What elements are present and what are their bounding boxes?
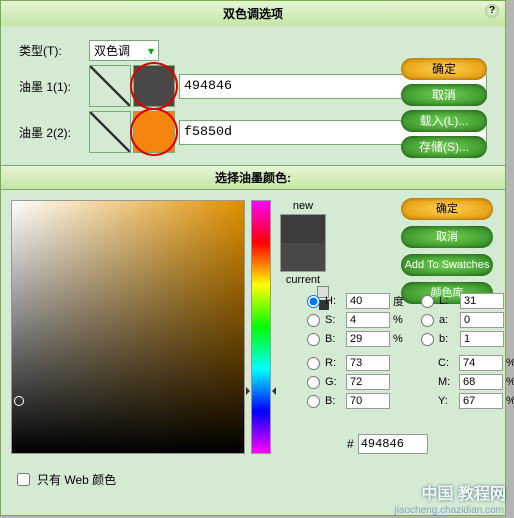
b-input[interactable] xyxy=(346,393,390,409)
color-field[interactable] xyxy=(11,200,245,454)
watermark-url: jiaocheng.chazidian.com xyxy=(394,505,504,516)
picker-title: 选择油墨颜色: xyxy=(1,165,505,190)
ink1-curve[interactable] xyxy=(89,65,131,107)
highlight-ring-icon xyxy=(130,108,178,156)
ok-button[interactable]: 确定 xyxy=(401,58,487,80)
highlight-ring-icon xyxy=(130,62,178,110)
web-colors-label: 只有 Web 颜色 xyxy=(37,471,116,488)
l-radio[interactable] xyxy=(421,295,434,308)
new-current-swatch[interactable] xyxy=(280,214,326,272)
color-cursor-icon xyxy=(14,396,24,406)
cancel-button[interactable]: 取消 xyxy=(401,84,487,106)
hash-label: # xyxy=(347,437,354,451)
s-input[interactable] xyxy=(346,312,390,328)
b2-input[interactable] xyxy=(460,331,504,347)
save-button[interactable]: 存储(S)... xyxy=(401,136,487,158)
y-input[interactable] xyxy=(459,393,503,409)
dialog-title: 双色调选项 xyxy=(223,7,283,21)
r-input[interactable] xyxy=(346,355,390,371)
type-select[interactable]: 双色调 ▾ xyxy=(89,40,159,61)
new-label: new xyxy=(277,200,329,212)
new-color xyxy=(281,215,325,243)
a-input[interactable] xyxy=(460,312,504,328)
picker-cancel-button[interactable]: 取消 xyxy=(401,226,493,248)
hue-slider[interactable] xyxy=(251,200,271,454)
hex-input[interactable] xyxy=(358,434,428,454)
chevron-down-icon: ▾ xyxy=(148,44,154,58)
web-colors-checkbox[interactable] xyxy=(17,473,30,486)
c-input[interactable] xyxy=(459,355,503,371)
picker-ok-button[interactable]: 确定 xyxy=(401,198,493,220)
bv-radio[interactable] xyxy=(307,333,320,346)
ink2-swatch[interactable] xyxy=(133,111,175,153)
g-input[interactable] xyxy=(346,374,390,390)
s-radio[interactable] xyxy=(307,314,320,327)
title-bar: 双色调选项 ? xyxy=(1,1,505,26)
load-button[interactable]: 载入(L)... xyxy=(401,110,487,132)
g-radio[interactable] xyxy=(307,376,320,389)
h-input[interactable] xyxy=(346,293,390,309)
type-label: 类型(T): xyxy=(19,42,89,59)
current-color xyxy=(281,243,325,271)
l-input[interactable] xyxy=(460,293,504,309)
h-radio[interactable] xyxy=(307,295,320,308)
b-radio[interactable] xyxy=(307,395,320,408)
help-icon[interactable]: ? xyxy=(485,4,499,18)
bv-input[interactable] xyxy=(346,331,390,347)
watermark-big: 中国 教程网 xyxy=(422,480,506,504)
ink2-label: 油墨 2(2): xyxy=(19,124,89,141)
b2-radio[interactable] xyxy=(421,333,434,346)
a-radio[interactable] xyxy=(421,314,434,327)
add-swatch-button[interactable]: Add To Swatches xyxy=(401,254,493,276)
ink2-curve[interactable] xyxy=(89,111,131,153)
r-radio[interactable] xyxy=(307,357,320,370)
ink1-swatch[interactable] xyxy=(133,65,175,107)
m-input[interactable] xyxy=(459,374,503,390)
current-label: current xyxy=(277,274,329,286)
ink1-label: 油墨 1(1): xyxy=(19,78,89,95)
